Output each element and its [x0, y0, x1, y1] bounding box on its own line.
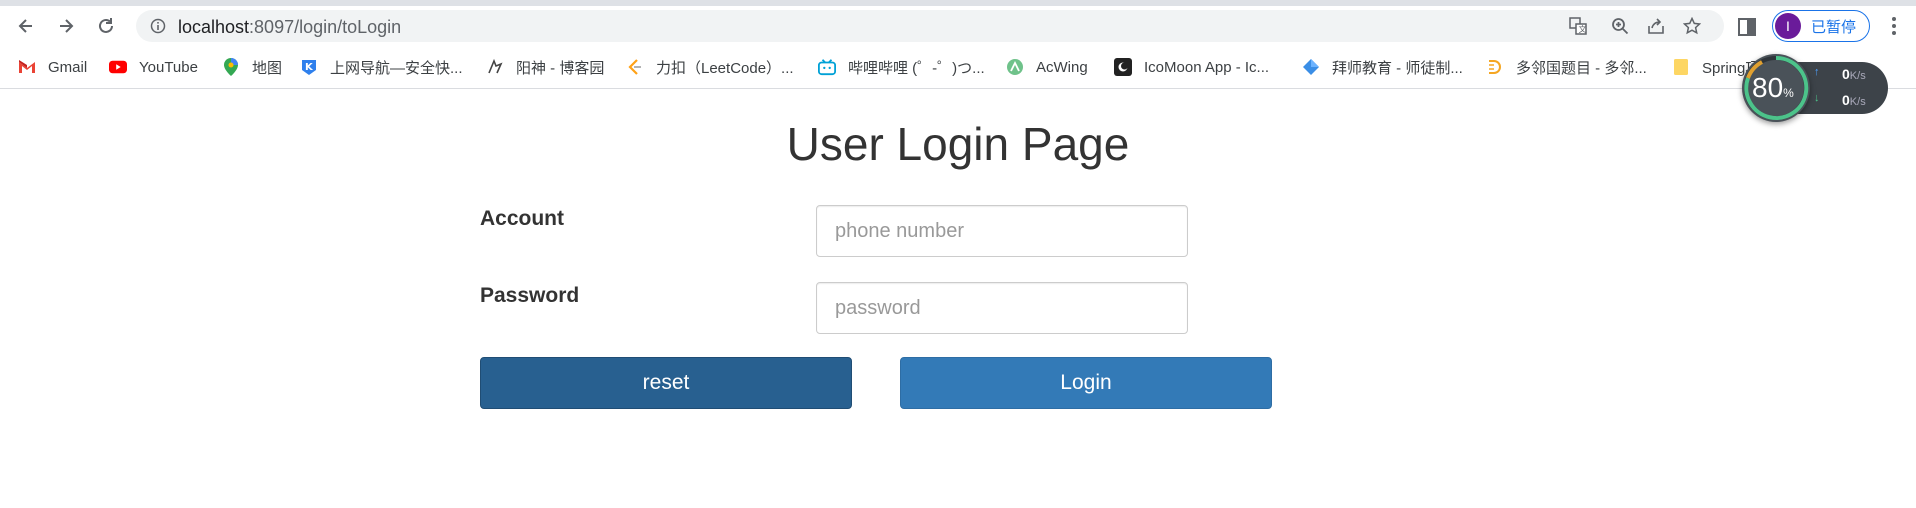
bookmark-label: 地图 [252, 59, 283, 77]
back-button[interactable] [10, 10, 42, 42]
side-panel-icon [1738, 18, 1756, 36]
url-text[interactable]: localhost:8097/login/toLogin [178, 17, 401, 38]
share-icon[interactable] [1646, 16, 1666, 36]
profile-status-label: 已暂停 [1811, 18, 1857, 36]
bookmark-cnblogs[interactable]: 阳神 - 博客园 [486, 56, 604, 78]
login-button[interactable]: Login [900, 357, 1272, 409]
bookmark-maps[interactable]: 地图 [222, 56, 282, 78]
side-panel-button[interactable] [1736, 16, 1758, 38]
bookmark-youtube[interactable]: YouTube [109, 56, 198, 78]
maps-icon [222, 58, 240, 76]
upload-speed: ↑ 0K/s [1814, 66, 1866, 82]
bookmark-label: 哔哩哔哩 (゜-゜)つ... [848, 59, 985, 77]
bookmark-label: IcoMoon App - Ic... [1144, 58, 1270, 76]
bookmark-star-icon[interactable] [1682, 16, 1702, 36]
address-bar[interactable]: localhost:8097/login/toLogin 文 [136, 10, 1724, 42]
gmail-icon [18, 58, 36, 76]
duolingo-icon [1486, 58, 1504, 76]
icomoon-icon [1114, 58, 1132, 76]
leetcode-icon [626, 58, 644, 76]
bookmark-label: AcWing [1036, 58, 1088, 76]
zoom-icon[interactable] [1610, 16, 1630, 36]
avatar: I [1775, 13, 1801, 39]
bookmark-gmail[interactable]: Gmail [18, 56, 87, 78]
browser-menu-button[interactable] [1882, 14, 1906, 38]
bookmark-icomoon[interactable]: IcoMoon App - Ic... [1114, 56, 1269, 78]
password-label: Password [480, 284, 580, 307]
bookmark-label: 拜师教育 - 师徒制... [1332, 59, 1463, 77]
bookmarks-bar: Gmail YouTube 地图 K 上网导航—安全快... 阳神 - 博客园 … [0, 46, 1916, 89]
acwing-icon [1006, 58, 1024, 76]
bookmark-label: YouTube [139, 58, 198, 76]
reset-button[interactable]: reset [480, 357, 852, 409]
bookmark-label: Gmail [48, 58, 88, 76]
reload-icon [99, 18, 113, 33]
info-icon[interactable] [150, 18, 166, 34]
bookmark-label: 阳神 - 博客园 [516, 59, 605, 77]
bookmark-bilibili[interactable]: 哔哩哔哩 (゜-゜)つ... [818, 56, 985, 78]
account-input[interactable] [816, 205, 1188, 257]
bookmark-label: 力扣（LeetCode）... [656, 59, 794, 77]
browser-toolbar: localhost:8097/login/toLogin 文 I 已暂停 [0, 6, 1916, 46]
diamond-icon [1302, 58, 1320, 76]
account-label: Account [480, 207, 564, 230]
page-title: User Login Page [786, 118, 1130, 170]
svg-text:K: K [305, 62, 314, 73]
bookmark-leetcode[interactable]: 力扣（LeetCode）... [626, 56, 794, 78]
cnblogs-icon [486, 58, 504, 76]
page-content: User Login Page Account Password reset L… [0, 89, 1916, 508]
upload-arrow-icon: ↑ [1814, 66, 1820, 78]
bookmark-label: 上网导航—安全快... [330, 59, 463, 77]
bookmark-nav[interactable]: K 上网导航—安全快... [300, 56, 463, 78]
url-path: :8097/login/toLogin [249, 17, 402, 37]
arrow-right-icon [60, 19, 74, 33]
bookmark-duolingo[interactable]: 多邻国题目 - 多邻... [1486, 56, 1647, 78]
bilibili-icon [818, 58, 836, 76]
bookmark-acwing[interactable]: AcWing [1006, 56, 1088, 78]
k-nav-icon: K [300, 58, 318, 76]
translate-icon[interactable]: 文 [1568, 16, 1588, 36]
svg-text:文: 文 [1579, 24, 1587, 34]
folder-icon [1672, 58, 1690, 76]
bookmark-label: 多邻国题目 - 多邻... [1516, 59, 1647, 77]
profile-button[interactable]: I 已暂停 [1772, 10, 1870, 42]
kebab-menu-icon [1892, 17, 1896, 35]
reload-button[interactable] [90, 10, 122, 42]
forward-button[interactable] [50, 10, 82, 42]
arrow-left-icon [18, 19, 32, 33]
bookmark-baishi[interactable]: 拜师教育 - 师徒制... [1302, 56, 1463, 78]
youtube-icon [109, 58, 127, 76]
password-input[interactable] [816, 282, 1188, 334]
url-host: localhost [178, 17, 250, 37]
